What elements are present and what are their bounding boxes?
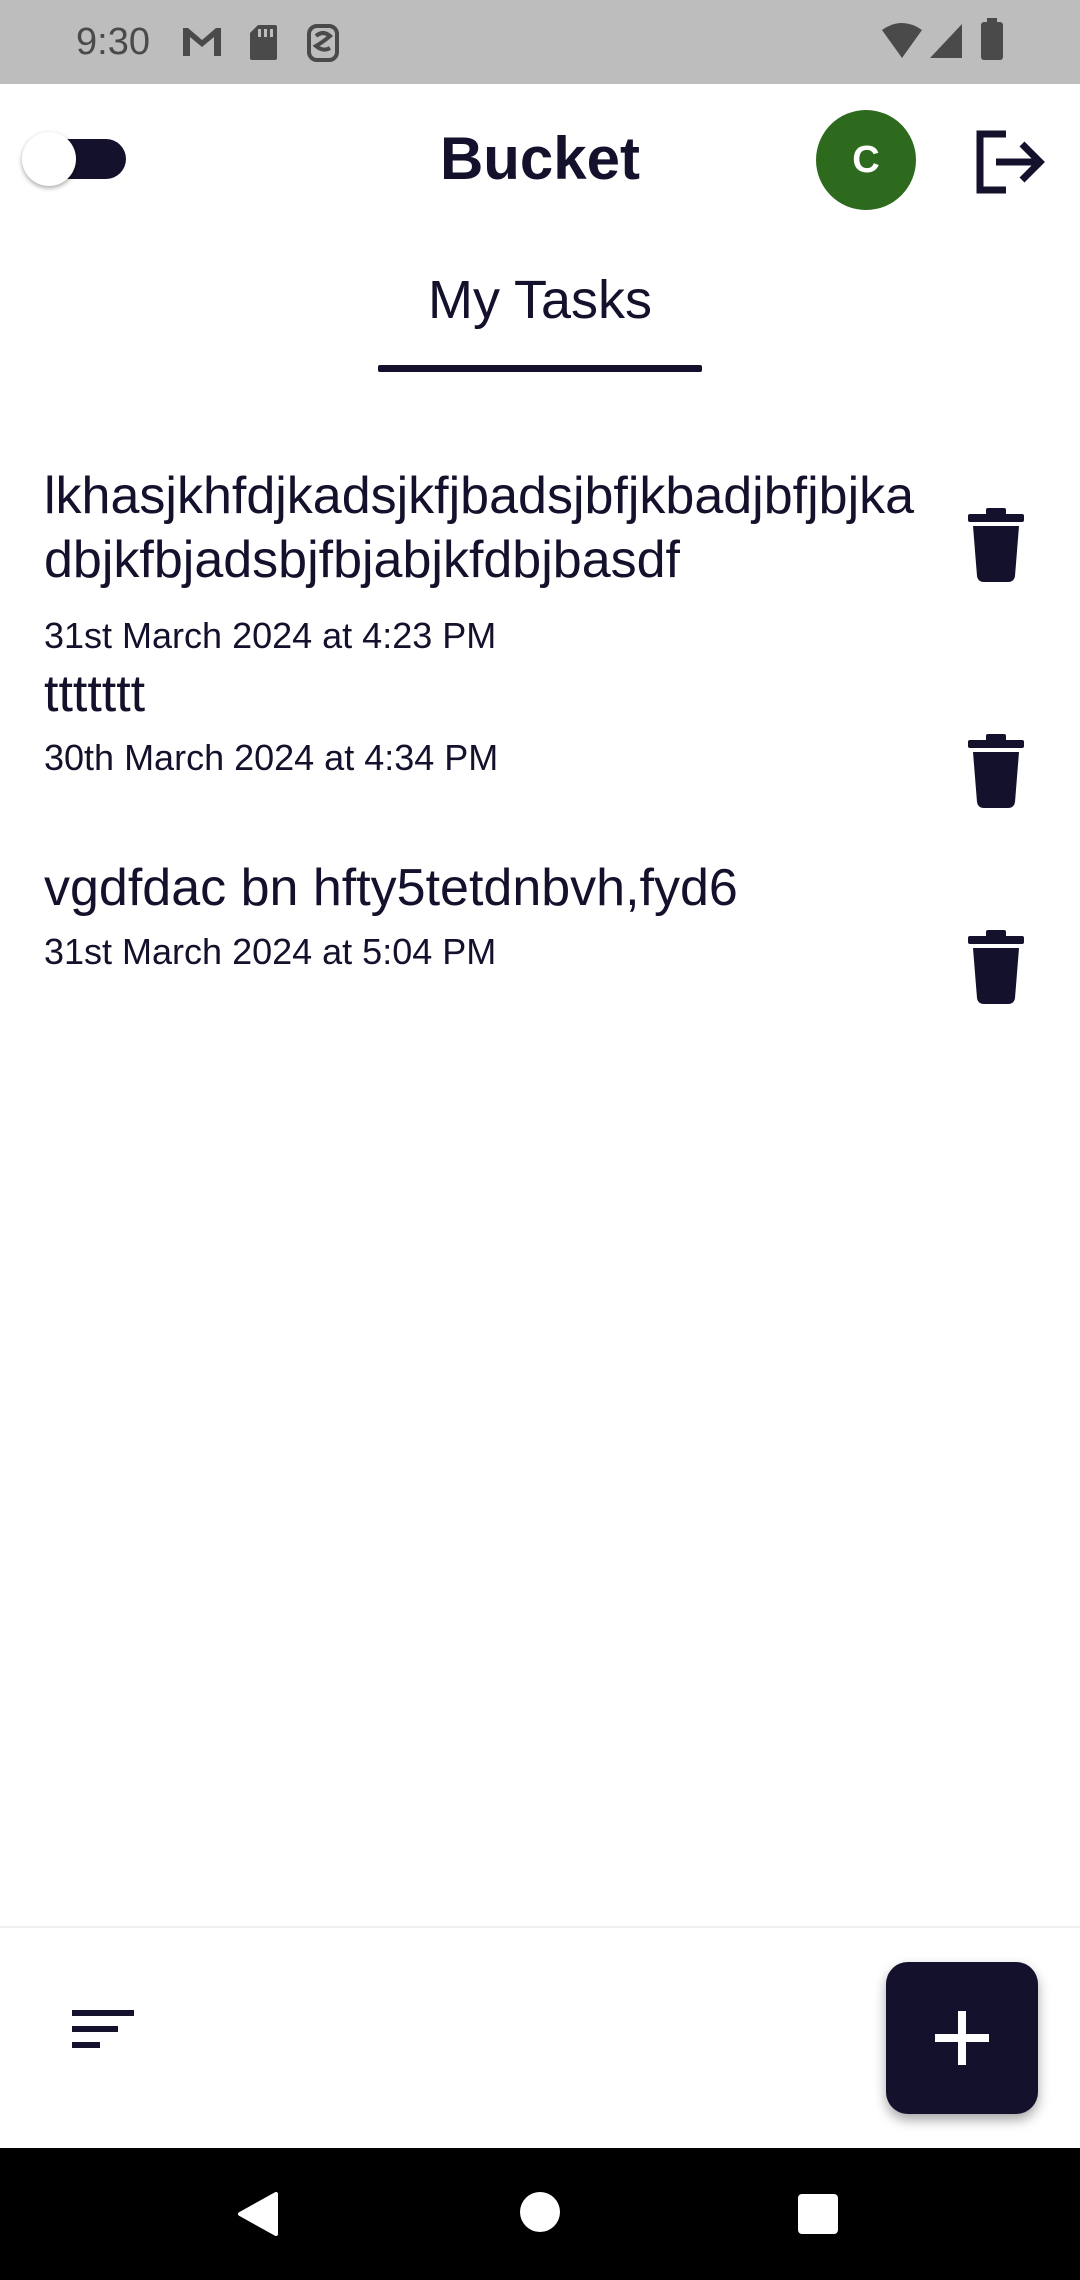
logout-icon (976, 130, 1045, 194)
theme-toggle[interactable] (22, 132, 126, 186)
tab-my-tasks[interactable]: My Tasks (378, 260, 702, 372)
sort-icon (72, 2010, 134, 2048)
home-button[interactable] (520, 2192, 560, 2232)
tab-label: My Tasks (427, 270, 653, 330)
app-header: Bucket C (0, 84, 1080, 234)
back-icon (238, 2192, 278, 2236)
app-title: Bucket (439, 125, 641, 192)
user-avatar[interactable]: C (816, 110, 916, 210)
wifi-icon (880, 22, 924, 65)
battery-icon (980, 18, 1004, 67)
bottom-divider (0, 1926, 1080, 1928)
delete-button[interactable] (966, 508, 1026, 582)
trash-icon (968, 930, 1024, 1004)
task-item[interactable]: vgdfdac bn hfty5tetdnbvh,fyd6 31st March… (0, 856, 1080, 1036)
task-date: 31st March 2024 at 4:23 PM (44, 615, 497, 656)
task-item[interactable]: lkhasjkhfdjkadsjkfjbadsjbfjkbadjbfjbjkad… (0, 452, 1080, 662)
assistant-icon (306, 22, 340, 67)
logout-button[interactable] (972, 126, 1050, 198)
recents-button[interactable] (798, 2194, 838, 2234)
status-time: 9:30 (76, 21, 150, 63)
task-date: 30th March 2024 at 4:34 PM (44, 737, 499, 778)
task-title: lkhasjkhfdjkadsjkfjbadsjbfjkbadjbfjbjkad… (44, 467, 915, 589)
screen: 9:30 Bucket C My Tasks lkhasjkhfdjkadsjk… (0, 0, 1080, 2280)
task-title: vgdfdac bn hfty5tetdnbvh,fyd6 (44, 859, 738, 917)
sort-button[interactable] (70, 2006, 144, 2062)
task-list: lkhasjkhfdjkadsjkfjbadsjbfjkbadjbfjbjkad… (0, 452, 1080, 1036)
task-title: ttttttt (44, 665, 146, 723)
gmail-icon (180, 22, 224, 67)
delete-button[interactable] (966, 734, 1026, 808)
avatar-letter: C (852, 138, 880, 181)
back-button[interactable] (236, 2190, 280, 2243)
sd-card-icon (248, 22, 278, 67)
task-item[interactable]: ttttttt 30th March 2024 at 4:34 PM (0, 662, 1080, 856)
trash-icon (968, 508, 1024, 582)
status-bar: 9:30 (0, 0, 1080, 84)
tab-bar: My Tasks (0, 260, 1080, 372)
delete-button[interactable] (966, 930, 1026, 1004)
tab-indicator (378, 365, 702, 372)
toggle-knob (22, 132, 76, 186)
trash-icon (968, 734, 1024, 808)
add-task-button[interactable] (886, 1962, 1038, 2114)
signal-icon (928, 22, 964, 65)
nav-bar (0, 2148, 1080, 2280)
task-date: 31st March 2024 at 5:04 PM (44, 931, 497, 972)
plus-icon (935, 2011, 989, 2065)
